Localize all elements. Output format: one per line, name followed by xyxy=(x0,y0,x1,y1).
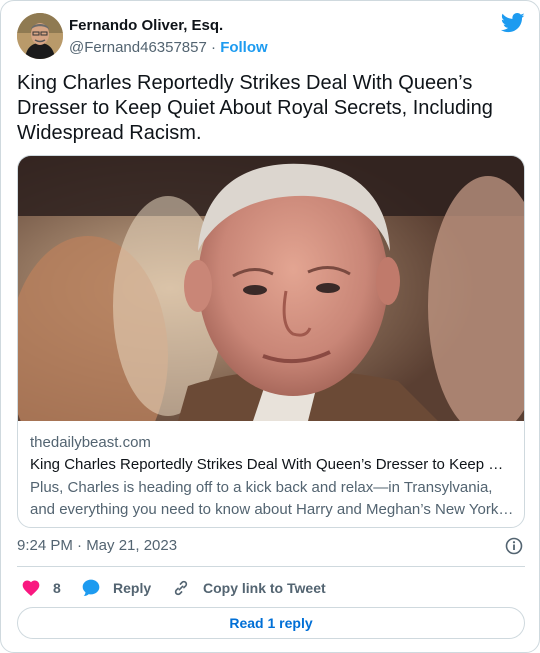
tweet-actions: 8 Reply Copy link to Tweet xyxy=(17,576,525,600)
copy-link-button[interactable]: Copy link to Tweet xyxy=(171,576,326,600)
copy-link-label: Copy link to Tweet xyxy=(203,580,326,596)
reply-button[interactable]: Reply xyxy=(81,576,151,600)
link-icon xyxy=(174,580,188,596)
link-preview-card[interactable]: thedailybeast.com King Charles Reportedl… xyxy=(17,155,525,528)
tweet-timestamp[interactable]: 9:24 PM · May 21, 2023 xyxy=(17,537,177,554)
link-title[interactable]: King Charles Reportedly Strikes Deal Wit… xyxy=(30,455,514,475)
timestamp-row: 9:24 PM · May 21, 2023 xyxy=(17,536,525,558)
user-handle[interactable]: @Fernand46357857 xyxy=(69,39,207,56)
speech-bubble-icon xyxy=(82,579,100,596)
link-meta: thedailybeast.com King Charles Reportedl… xyxy=(30,433,514,521)
like-button[interactable]: 8 xyxy=(21,576,61,600)
handle-separator: · xyxy=(206,39,221,56)
like-count: 8 xyxy=(53,580,61,596)
handle-row: @Fernand46357857 · Follow xyxy=(69,38,268,58)
twitter-bird-icon[interactable] xyxy=(501,13,525,33)
tweet-header: Fernando Oliver, Esq. @Fernand46357857 ·… xyxy=(17,13,525,61)
divider xyxy=(17,566,525,567)
avatar[interactable] xyxy=(17,13,63,59)
reply-label: Reply xyxy=(113,580,152,596)
user-names: Fernando Oliver, Esq. @Fernand46357857 ·… xyxy=(69,16,268,58)
link-description: Plus, Charles is heading off to a kick b… xyxy=(30,479,499,518)
link-domain: thedailybeast.com xyxy=(30,434,151,451)
read-replies-button[interactable]: Read 1 reply xyxy=(17,607,525,639)
tweet-embed: Fernando Oliver, Esq. @Fernand46357857 ·… xyxy=(0,0,540,653)
display-name[interactable]: Fernando Oliver, Esq. xyxy=(69,16,268,36)
follow-button[interactable]: Follow xyxy=(220,39,268,56)
heart-icon xyxy=(22,580,40,596)
article-photo xyxy=(18,156,524,421)
tweet-text: King Charles Reportedly Strikes Deal Wit… xyxy=(17,72,493,144)
info-icon[interactable] xyxy=(505,537,523,555)
